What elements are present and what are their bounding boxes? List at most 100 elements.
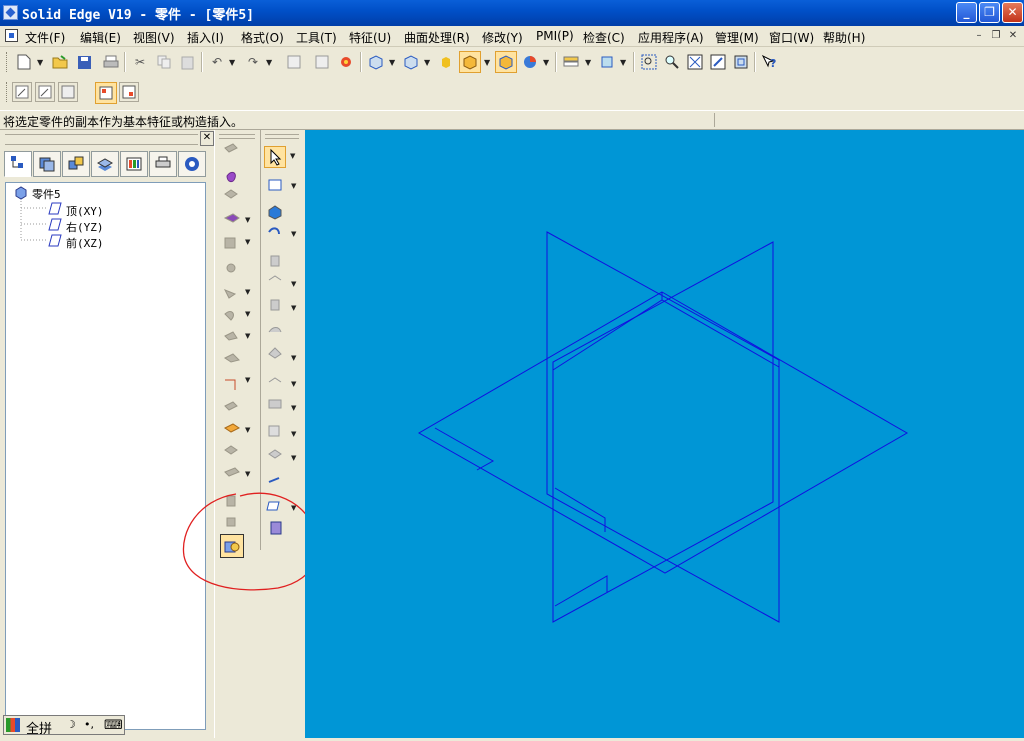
lighting-icon[interactable]	[520, 52, 540, 72]
rotate-view-icon[interactable]	[731, 52, 751, 72]
select-tool-icon[interactable]	[95, 82, 117, 104]
layers-icon[interactable]	[561, 52, 581, 72]
svg-text:▼: ▼	[291, 404, 297, 412]
tree-plane-top[interactable]: 顶(XY)	[66, 203, 104, 219]
menu-modify[interactable]: 修改(Y)	[482, 29, 523, 46]
fit-frame-icon[interactable]	[597, 52, 617, 72]
mdi-minimize-button[interactable]: –	[972, 29, 986, 42]
insert-object-icon[interactable]	[284, 52, 304, 72]
menu-edit[interactable]: 编辑(E)	[80, 29, 121, 46]
panel-grip[interactable]	[5, 134, 198, 145]
menu-surfacing[interactable]: 曲面处理(R)	[404, 29, 470, 46]
sketch-tool-icon[interactable]	[12, 82, 32, 102]
ime-mode-label[interactable]: 全拼	[26, 718, 52, 737]
undo-icon[interactable]: ↶	[207, 52, 227, 72]
menu-applications[interactable]: 应用程序(A)	[638, 29, 704, 46]
named-view-icon[interactable]	[401, 52, 421, 72]
ime-toolbar: 全拼 ☽ •, ⌨	[3, 715, 125, 737]
visible-edges-icon[interactable]	[495, 51, 517, 73]
title-bar: Solid Edge V19 - 零件 - [零件5] _ ❐ ✕	[0, 0, 1024, 26]
ime-logo-icon[interactable]	[6, 718, 20, 732]
fit-frame-dropdown-arrow[interactable]: ▼	[620, 58, 626, 67]
tab-pathfinder[interactable]	[4, 151, 32, 177]
menu-insert[interactable]: 插入(I)	[187, 29, 224, 46]
mdi-close-button[interactable]: ✕	[1006, 29, 1020, 42]
undo-dropdown-arrow[interactable]: ▼	[229, 58, 235, 67]
menu-help[interactable]: 帮助(H)	[823, 29, 865, 46]
menu-file[interactable]: 文件(F)	[25, 29, 65, 46]
tree-plane-front[interactable]: 前(XZ)	[66, 235, 104, 251]
whats-this-help-icon[interactable]: ?	[759, 52, 779, 72]
ime-punctuation-icon[interactable]: •,	[84, 718, 94, 731]
ime-fullwidth-icon[interactable]: ☽	[66, 718, 76, 731]
maximize-button[interactable]: ❐	[979, 2, 1000, 23]
fit-icon[interactable]	[685, 52, 705, 72]
svg-text:▼: ▼	[291, 454, 297, 462]
properties-icon[interactable]	[312, 52, 332, 72]
graphics-viewport[interactable]	[305, 130, 1024, 738]
toolbar-grip-2[interactable]	[6, 82, 10, 102]
menu-view[interactable]: 视图(V)	[133, 29, 175, 46]
cut-icon[interactable]: ✂	[130, 52, 150, 72]
menu-manage[interactable]: 管理(M)	[715, 29, 759, 46]
new-dropdown-arrow[interactable]: ▼	[37, 58, 43, 67]
menu-features[interactable]: 特征(U)	[349, 29, 391, 46]
save-icon[interactable]	[74, 52, 94, 72]
color-shade-icon[interactable]	[436, 52, 456, 72]
print-icon[interactable]	[101, 52, 121, 72]
zoom-icon[interactable]	[662, 52, 682, 72]
tree-root-part[interactable]: 零件5	[32, 186, 61, 202]
ime-keyboard-icon[interactable]: ⌨	[104, 718, 123, 733]
menu-window[interactable]: 窗口(W)	[769, 29, 814, 46]
select-arrow-icon[interactable]	[264, 146, 286, 168]
menu-tools[interactable]: 工具(T)	[296, 29, 337, 46]
render-dropdown-arrow[interactable]: ▼	[484, 58, 490, 67]
paste-icon[interactable]	[178, 52, 198, 72]
select-dropdown-arrow[interactable]: ▼	[290, 152, 295, 160]
menu-bar: 文件(F) 编辑(E) 视图(V) 插入(I) 格式(O) 工具(T) 特征(U…	[0, 26, 1024, 47]
tab-family-of-parts[interactable]	[91, 151, 119, 177]
pathfinder-close-button[interactable]: ✕	[200, 131, 214, 146]
toolbar-grip[interactable]	[6, 52, 10, 72]
tab-engineering-reference[interactable]	[149, 151, 177, 177]
menu-format[interactable]: 格式(O)	[241, 29, 284, 46]
open-folder-icon[interactable]	[50, 52, 70, 72]
ribbon-grip-2[interactable]	[265, 134, 299, 139]
new-file-icon[interactable]	[14, 52, 34, 72]
sketch-tool-3-icon[interactable]	[58, 82, 78, 102]
shaded-view-icon[interactable]	[459, 51, 481, 73]
named-view-dropdown-arrow[interactable]: ▼	[424, 58, 430, 67]
part-icon	[14, 186, 28, 200]
tree-plane-right[interactable]: 右(YZ)	[66, 219, 104, 235]
plane-icon	[48, 218, 62, 234]
tab-variables[interactable]	[178, 151, 206, 177]
minimize-button[interactable]: _	[956, 2, 977, 23]
redo-icon[interactable]: ↷	[243, 52, 263, 72]
zoom-area-icon[interactable]	[639, 52, 659, 72]
svg-text:▼: ▼	[245, 376, 251, 384]
close-button[interactable]: ✕	[1002, 2, 1023, 23]
layers-dropdown-arrow[interactable]: ▼	[585, 58, 591, 67]
sketch-tool-2-icon[interactable]	[35, 82, 55, 102]
view-orientation-dropdown-arrow[interactable]: ▼	[389, 58, 395, 67]
svg-text:▼: ▼	[291, 304, 297, 312]
tab-sensors[interactable]	[120, 151, 148, 177]
ribbon-grip[interactable]	[219, 134, 255, 139]
document-icon[interactable]	[5, 29, 18, 42]
svg-text:▼: ▼	[291, 430, 297, 438]
tab-layers[interactable]	[33, 151, 61, 177]
lighting-dropdown-arrow[interactable]: ▼	[543, 58, 549, 67]
mdi-restore-button[interactable]: ❐	[989, 29, 1003, 42]
svg-text:▼: ▼	[291, 230, 297, 238]
svg-text:▼: ▼	[291, 182, 297, 190]
select-tool-2-icon[interactable]	[119, 82, 139, 102]
copy-icon[interactable]	[154, 52, 174, 72]
pan-icon[interactable]	[708, 52, 728, 72]
redo-dropdown-arrow[interactable]: ▼	[266, 58, 272, 67]
menu-inspect[interactable]: 检查(C)	[583, 29, 625, 46]
solid-edge-app-icon[interactable]	[3, 5, 18, 20]
view-orientation-icon[interactable]	[366, 52, 386, 72]
menu-pmi[interactable]: PMI(P)	[536, 29, 574, 43]
model-tool-icon[interactable]	[336, 52, 356, 72]
tab-features-library[interactable]	[62, 151, 90, 177]
